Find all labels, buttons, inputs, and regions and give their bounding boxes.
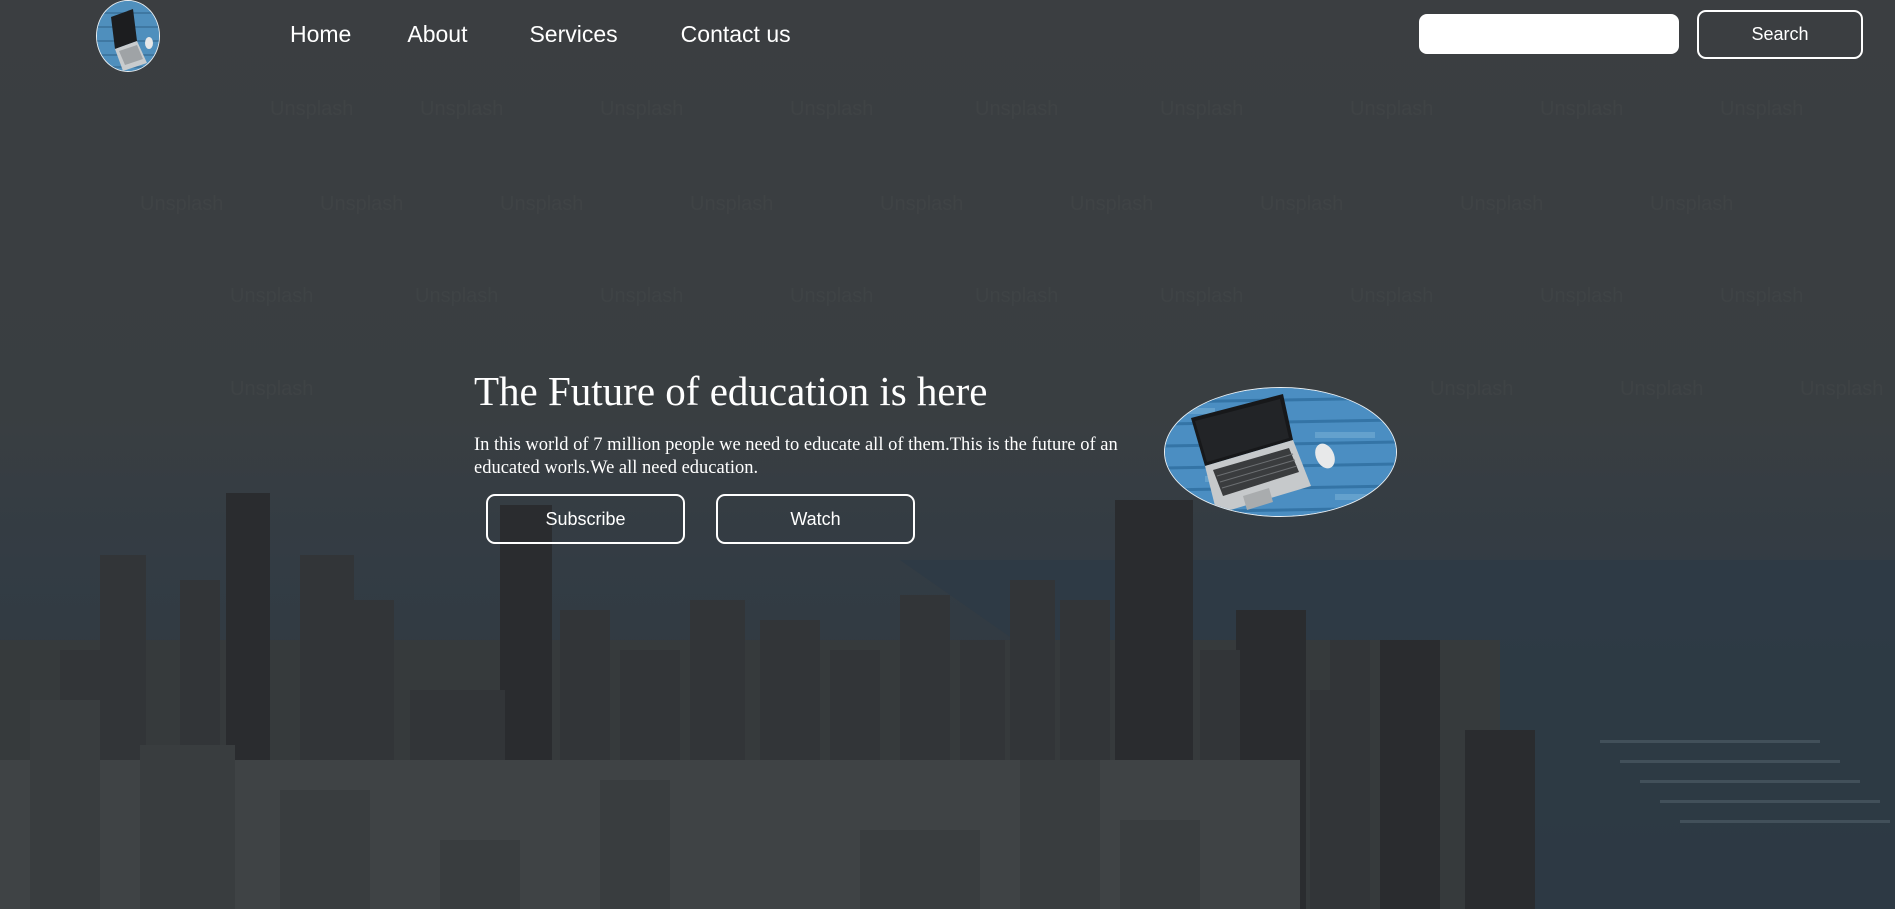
nav-contact-us[interactable]: Contact us bbox=[681, 18, 791, 50]
laptop-image bbox=[1164, 387, 1397, 517]
nav-services[interactable]: Services bbox=[529, 18, 617, 50]
watch-button[interactable]: Watch bbox=[716, 494, 915, 544]
landing-page: Unsplash Unsplash Unsplash Unsplash Unsp… bbox=[0, 0, 1895, 909]
hero-title: The Future of education is here bbox=[474, 368, 988, 414]
subscribe-button[interactable]: Subscribe bbox=[486, 494, 685, 544]
hero-description: In this world of 7 million people we nee… bbox=[474, 435, 1118, 478]
nav-home[interactable]: Home bbox=[290, 18, 351, 50]
main-nav: Home About Services Contact us bbox=[290, 18, 791, 50]
nav-about[interactable]: About bbox=[407, 18, 467, 50]
search-button[interactable]: Search bbox=[1697, 10, 1863, 59]
search-input[interactable] bbox=[1419, 14, 1679, 54]
laptop-logo-icon[interactable] bbox=[96, 0, 160, 72]
